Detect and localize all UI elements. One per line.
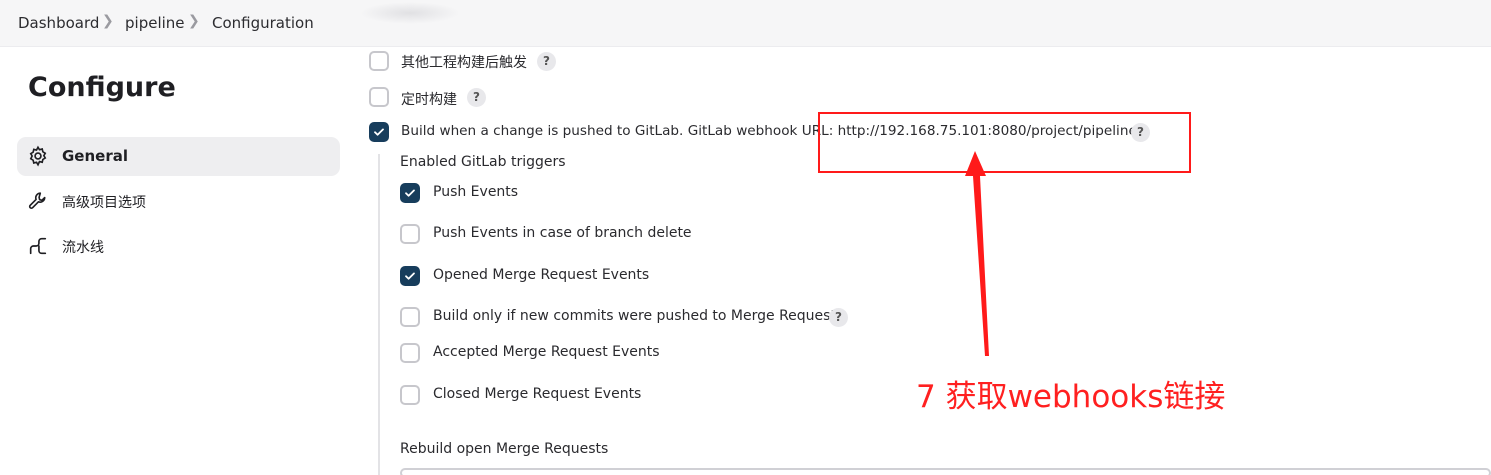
- page: Dashboard ❯ pipeline ❯ Configuration Con…: [0, 0, 1491, 475]
- annotation-text: 7 获取webhooks链接: [916, 379, 1226, 415]
- annotation-arrow-icon: [965, 151, 989, 356]
